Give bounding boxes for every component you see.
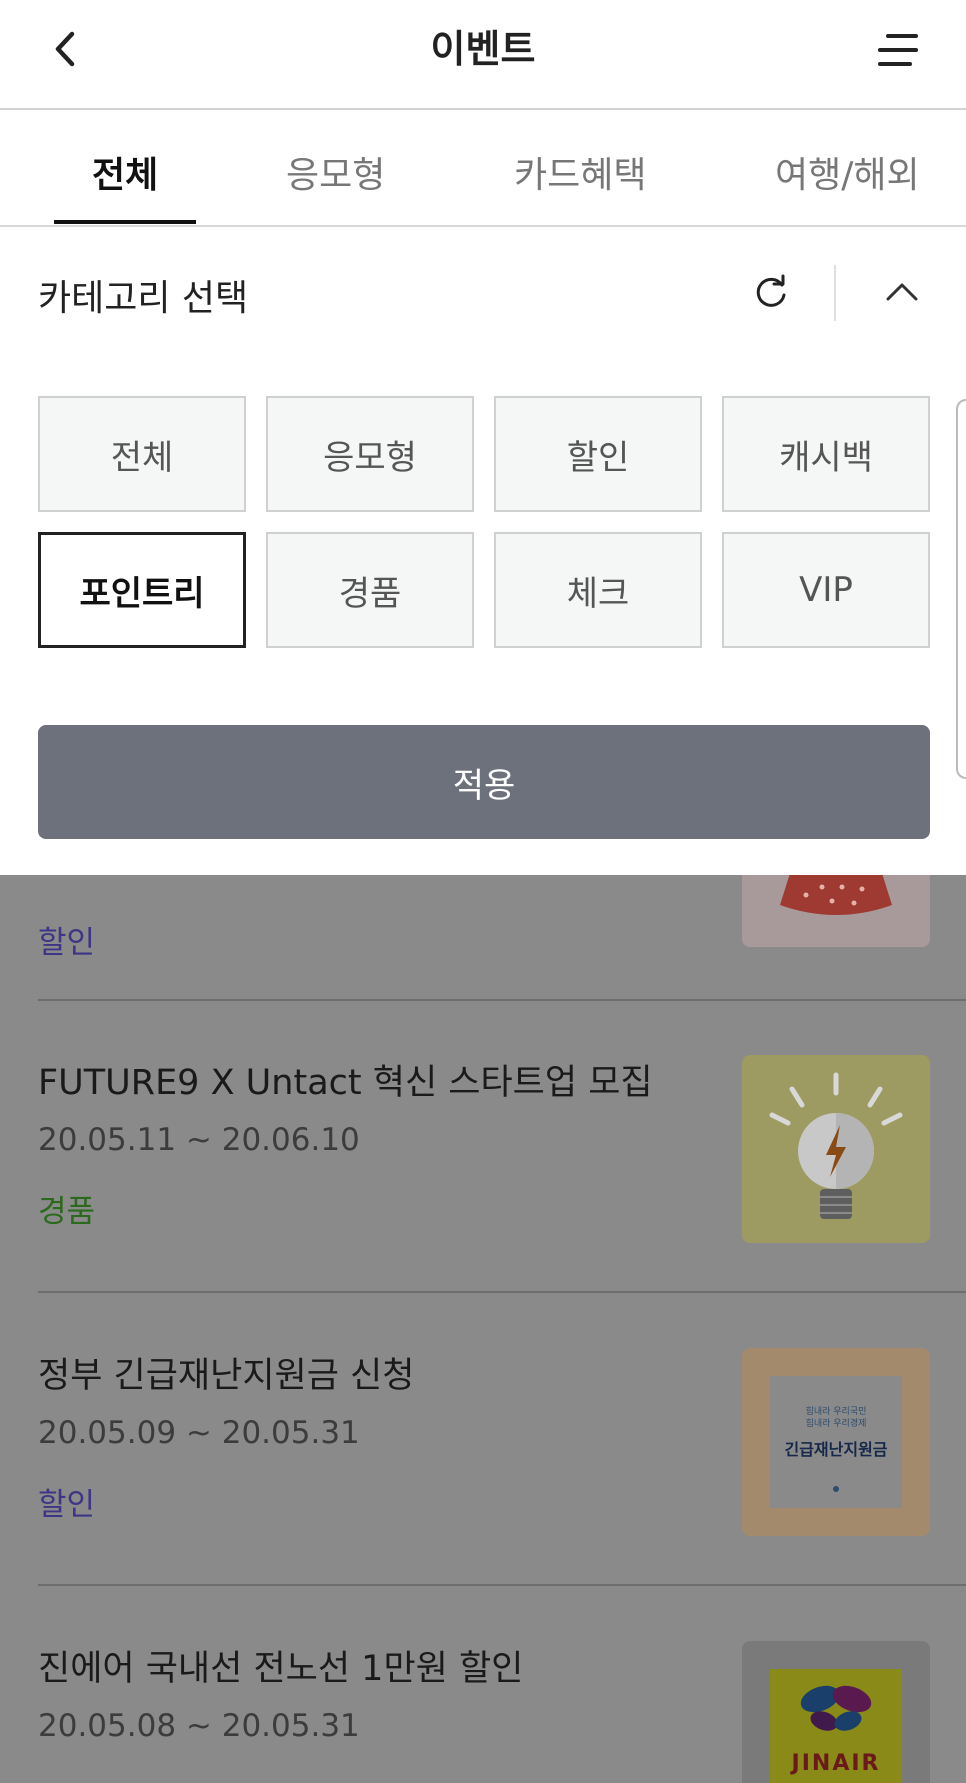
event-thumbnail bbox=[742, 875, 930, 947]
menu-button[interactable] bbox=[870, 22, 926, 78]
butterfly-icon bbox=[800, 1685, 872, 1731]
category-option-entry[interactable]: 응모형 bbox=[266, 396, 474, 512]
event-thumbnail: 힘내라 우리국민 힘내라 우리경제 긴급재난지원금 bbox=[742, 1348, 930, 1536]
event-thumbnail: JINAIR bbox=[742, 1641, 930, 1783]
event-title: FUTURE9 X Untact 혁신 스타트업 모집 bbox=[38, 1063, 653, 1103]
event-category: 할인 bbox=[38, 1487, 96, 1523]
category-option-all[interactable]: 전체 bbox=[38, 396, 246, 512]
category-filter-panel: 카테고리 선택 전체 응모형 할인 캐시백 포인트리 경품 체크 VIP 적용 bbox=[0, 227, 966, 875]
event-category: 경품 bbox=[38, 1194, 96, 1230]
event-title: 진에어 국내선 전노선 1만원 할인 bbox=[38, 1649, 524, 1689]
category-option-prize[interactable]: 경품 bbox=[266, 532, 474, 648]
event-title: 정부 긴급재난지원금 신청 bbox=[38, 1356, 415, 1396]
event-date: 20.05.08 ~ 20.05.31 bbox=[38, 1708, 360, 1744]
active-tab-indicator bbox=[54, 220, 196, 224]
poster-line: 힘내라 우리경제 bbox=[805, 1419, 867, 1429]
logo-text: JINAIR bbox=[791, 1751, 881, 1776]
emblem-icon bbox=[833, 1486, 839, 1492]
collapse-button[interactable] bbox=[880, 269, 924, 313]
chevron-up-icon bbox=[886, 283, 918, 301]
poster-line: 힘내라 우리국민 bbox=[805, 1407, 867, 1417]
event-date: 20.05.09 ~ 20.05.31 bbox=[38, 1415, 360, 1451]
category-tabs: 전체 응모형 카드혜택 여행/해외 bbox=[0, 110, 966, 227]
apply-button[interactable]: 적용 bbox=[38, 725, 930, 839]
top-bar: 이벤트 bbox=[0, 0, 966, 110]
poster-headline: 긴급재난지원금 bbox=[784, 1440, 888, 1459]
lightbulb-icon bbox=[769, 1072, 903, 1219]
list-divider bbox=[38, 999, 966, 1001]
tab-travel-overseas[interactable]: 여행/해외 bbox=[775, 146, 920, 198]
side-scroll-handle[interactable] bbox=[956, 399, 966, 779]
jinair-logo: JINAIR bbox=[770, 1669, 902, 1783]
category-option-cashback[interactable]: 캐시백 bbox=[722, 396, 930, 512]
list-divider bbox=[38, 1291, 966, 1293]
category-option-check[interactable]: 체크 bbox=[494, 532, 702, 648]
category-option-vip[interactable]: VIP bbox=[722, 532, 930, 648]
category-option-discount[interactable]: 할인 bbox=[494, 396, 702, 512]
event-category: 할인 bbox=[38, 925, 96, 961]
category-option-pointree[interactable]: 포인트리 bbox=[38, 532, 246, 648]
event-date: 20.05.11 ~ 20.06.10 bbox=[38, 1122, 360, 1158]
panel-title: 카테고리 선택 bbox=[38, 278, 249, 319]
thumbnail-poster: 힘내라 우리국민 힘내라 우리경제 긴급재난지원금 bbox=[770, 1376, 902, 1508]
event-list: 할인 FUTURE9 X Untact 혁신 스타트업 모집 20.05.11 … bbox=[0, 875, 966, 1783]
page-title: 이벤트 bbox=[430, 27, 536, 71]
tab-all[interactable]: 전체 bbox=[92, 146, 158, 198]
hamburger-menu-icon bbox=[878, 34, 918, 66]
reset-button[interactable] bbox=[750, 271, 792, 313]
refresh-icon bbox=[756, 274, 786, 307]
list-divider bbox=[38, 1584, 966, 1586]
event-thumbnail bbox=[742, 1055, 930, 1243]
tab-card-benefits[interactable]: 카드혜택 bbox=[514, 146, 646, 198]
tab-entry[interactable]: 응모형 bbox=[286, 146, 385, 198]
header-divider bbox=[834, 265, 836, 321]
